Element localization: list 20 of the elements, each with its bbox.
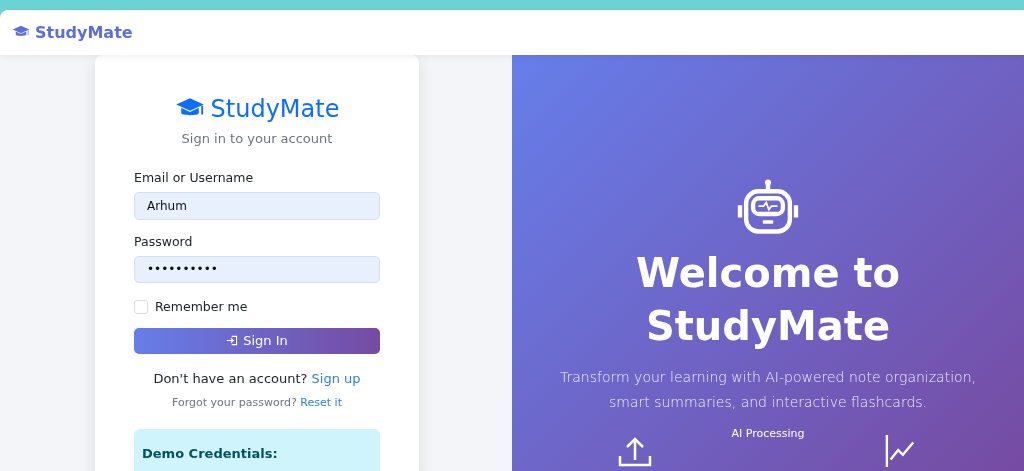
feature-label: AI Processing: [731, 427, 805, 440]
brand-link[interactable]: StudyMate: [12, 23, 133, 42]
reset-link[interactable]: Reset it: [300, 395, 342, 409]
input-field[interactable]: Arhum: [134, 192, 380, 220]
field-label: Password: [134, 233, 194, 249]
app-title: StudyMate: [210, 95, 340, 123]
demo-title: Demo Credentials:: [142, 445, 278, 461]
input-field[interactable]: ••••••••••: [134, 255, 380, 284]
hero-text: Transform your learning with AI-powered note organization, smart summaries, and interactive flashcards.: [559, 368, 977, 412]
checkbox[interactable]: [134, 299, 148, 314]
field-label: Email or Username: [134, 170, 255, 185]
upload-icon: [618, 435, 652, 467]
sign-in-icon: [226, 334, 240, 348]
subtitle: Sign in to your account: [180, 131, 334, 146]
signup-prompt: Don't have an account?: [153, 370, 308, 386]
signup-link[interactable]: Sign up: [311, 370, 361, 386]
forgot-prompt: Forgot your password?: [172, 395, 297, 409]
checkbox-label: Remember me: [155, 299, 248, 315]
sign-in-button[interactable]: Sign In: [134, 328, 380, 354]
hero-title: Welcome to StudyMate: [634, 249, 902, 351]
